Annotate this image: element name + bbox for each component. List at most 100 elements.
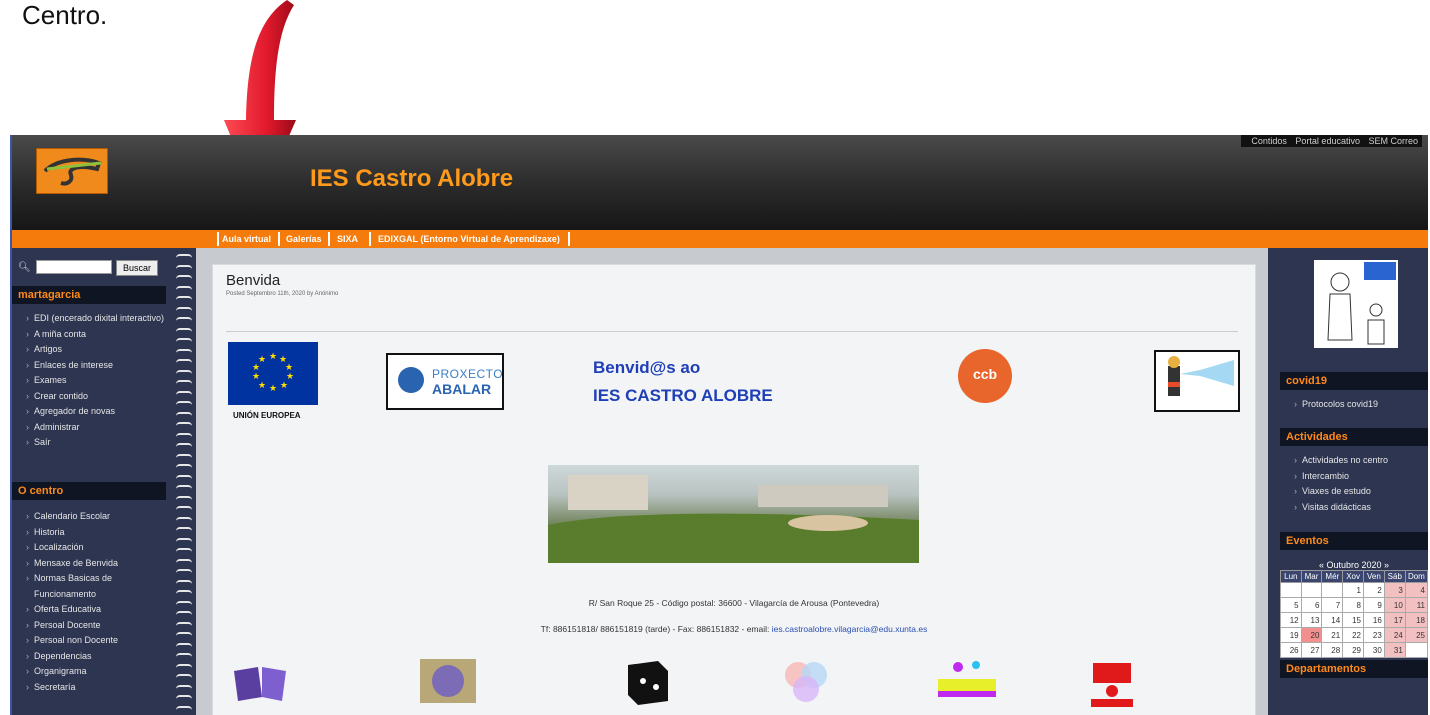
spiral-ring — [176, 443, 192, 451]
menu-item-administrar[interactable]: Administrar — [26, 420, 166, 436]
calendar-day[interactable]: 8 — [1342, 597, 1364, 613]
post-title[interactable]: Benvida — [226, 272, 280, 289]
covid-block-title: covid19 — [1280, 372, 1428, 390]
nav-edixgal[interactable]: EDIXGAL (Entorno Virtual de Aprendizaxe) — [378, 230, 560, 248]
dice-logo-image[interactable] — [618, 657, 680, 707]
menu-item-docente[interactable]: Persoal Docente — [26, 618, 166, 634]
top-link-contidos[interactable]: Contidos — [1251, 136, 1287, 146]
menu-item-non-docente[interactable]: Persoal non Docente — [26, 633, 166, 649]
menu-item-oferta[interactable]: Oferta Educativa — [26, 602, 166, 618]
menu-item-secretaria[interactable]: Secretaría — [26, 680, 166, 696]
nav-aula-virtual[interactable]: Aula virtual — [222, 230, 271, 248]
main-content-area: Benvida Posted Septembro 11th, 2020 by A… — [196, 248, 1268, 715]
molecule-logo-image[interactable] — [938, 657, 996, 707]
menu-item-intercambio[interactable]: Intercambio — [1294, 469, 1424, 485]
calendar-day[interactable]: 23 — [1363, 627, 1385, 643]
menu-item-historia[interactable]: Historia — [26, 525, 166, 541]
search-button[interactable]: Buscar — [116, 260, 158, 276]
top-link-portal[interactable]: Portal educativo — [1295, 136, 1360, 146]
spiral-ring — [176, 642, 192, 651]
menu-item-visitas[interactable]: Visitas didácticas — [1294, 500, 1424, 516]
calendar-day[interactable]: 19 — [1280, 627, 1302, 643]
calendar-day[interactable]: 18 — [1404, 612, 1428, 628]
calendar-day[interactable]: 7 — [1321, 597, 1344, 613]
menu-item-protocolos[interactable]: Protocolos covid19 — [1294, 397, 1424, 413]
menu-item-conta[interactable]: A miña conta — [26, 327, 166, 343]
menu-item-viaxes[interactable]: Viaxes de estudo — [1294, 484, 1424, 500]
calendar-day[interactable]: 15 — [1342, 612, 1364, 628]
calendar-day[interactable]: 2 — [1363, 582, 1385, 598]
calendar-day[interactable]: 10 — [1383, 597, 1406, 613]
school-crest-image[interactable] — [418, 657, 478, 707]
calendar-day[interactable]: 26 — [1280, 642, 1302, 658]
calendar-month-nav[interactable]: « Outubro 2020 » — [1280, 560, 1428, 570]
calendar-day[interactable]: 29 — [1342, 642, 1364, 658]
spiral-ring — [176, 359, 192, 367]
calendar-day[interactable]: 31 — [1383, 642, 1406, 658]
calendar-day — [1300, 582, 1323, 598]
eu-label: UNIÓN EUROPEA — [233, 411, 301, 420]
contact-email-link[interactable]: ies.castroalobre.vilagarcia@edu.xunta.es — [772, 624, 928, 634]
calendar-weekday: Ven — [1363, 570, 1385, 583]
calendar-day[interactable]: 14 — [1321, 612, 1344, 628]
calendar-day[interactable]: 27 — [1300, 642, 1323, 658]
nav-separator — [328, 232, 330, 246]
menu-item-organigrama[interactable]: Organigrama — [26, 664, 166, 680]
calendar-day[interactable]: 9 — [1363, 597, 1385, 613]
menu-item-calendario[interactable]: Calendario Escolar — [26, 509, 166, 525]
nav-separator — [369, 232, 371, 246]
menu-item-enlaces[interactable]: Enlaces de interese — [26, 358, 166, 374]
calendar-day[interactable]: 4 — [1404, 582, 1428, 598]
calendar-day[interactable]: 30 — [1363, 642, 1385, 658]
calendar-day[interactable]: 28 — [1321, 642, 1344, 658]
search-input[interactable] — [36, 260, 112, 274]
menu-item-actividades-centro[interactable]: Actividades no centro — [1294, 453, 1424, 469]
circles-diagram-image[interactable] — [778, 657, 834, 707]
menu-item-artigos[interactable]: Artigos — [26, 342, 166, 358]
site-logo[interactable] — [36, 148, 108, 194]
menu-item-sair[interactable]: Saír — [26, 435, 166, 451]
abalar-text-top: PROXECTO — [432, 367, 504, 381]
covid-protocol-image[interactable] — [1314, 260, 1398, 348]
abalar-logo[interactable]: PROXECTO ABALAR — [386, 353, 504, 410]
calendar-day[interactable]: 20 — [1300, 627, 1323, 643]
menu-item-exames[interactable]: Exames — [26, 373, 166, 389]
menu-item-agregador[interactable]: Agregador de novas — [26, 404, 166, 420]
menu-item-crear[interactable]: Crear contido — [26, 389, 166, 405]
calendar-day — [1404, 642, 1428, 658]
spiral-ring — [176, 296, 192, 304]
contact-text: Tf: 886151818/ 886151819 (tarde) - Fax: … — [213, 624, 1255, 634]
site-title[interactable]: IES Castro Alobre — [310, 165, 513, 193]
calendar-day[interactable]: 17 — [1383, 612, 1406, 628]
calendar-day[interactable]: 22 — [1342, 627, 1364, 643]
menu-item-normas[interactable]: Normas Basicas de Funcionamento — [26, 571, 166, 602]
firefighter-image — [1154, 350, 1240, 412]
calendar-day[interactable]: 1 — [1342, 582, 1364, 598]
spiral-ring — [176, 705, 192, 714]
calendar-weekday: Dom — [1404, 570, 1428, 583]
calendar-day[interactable]: 12 — [1280, 612, 1302, 628]
calendar-day[interactable]: 3 — [1383, 582, 1406, 598]
calendar-day[interactable]: 6 — [1300, 597, 1323, 613]
menu-item-mensaxe[interactable]: Mensaxe de Benvida — [26, 556, 166, 572]
bib-logo-image[interactable] — [228, 657, 296, 707]
ccb-badge-text: ccb — [972, 366, 998, 382]
calendar-day[interactable]: 24 — [1383, 627, 1406, 643]
calendar-day[interactable]: 21 — [1321, 627, 1344, 643]
mediacion-logo-image[interactable] — [1087, 657, 1137, 707]
eu-flag-image: ★ ★ ★ ★ ★ ★ ★ ★ ★ ★ — [228, 342, 318, 405]
menu-item-dependencias[interactable]: Dependencias — [26, 649, 166, 665]
calendar-day[interactable]: 16 — [1363, 612, 1385, 628]
centro-block-title: O centro — [12, 482, 166, 500]
calendar-day[interactable]: 13 — [1300, 612, 1323, 628]
calendar-day[interactable]: 25 — [1404, 627, 1428, 643]
nav-galerias[interactable]: Galerías — [286, 230, 322, 248]
spiral-ring — [176, 548, 192, 556]
calendar-day[interactable]: 5 — [1280, 597, 1302, 613]
nav-sixa[interactable]: SIXA — [337, 230, 358, 248]
top-link-correo[interactable]: SEM Correo — [1368, 136, 1418, 146]
spiral-ring — [176, 338, 192, 346]
calendar-day[interactable]: 11 — [1404, 597, 1428, 613]
menu-item-edi[interactable]: EDI (encerado dixital interactivo) — [26, 311, 166, 327]
menu-item-localizacion[interactable]: Localización — [26, 540, 166, 556]
